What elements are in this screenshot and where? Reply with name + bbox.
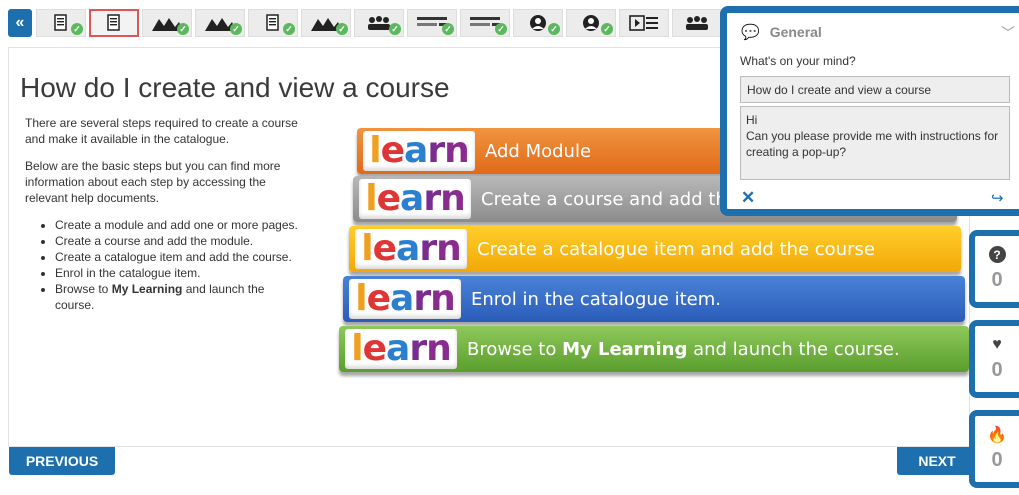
thumbnail-page-5[interactable]: ✓ — [248, 9, 298, 37]
banner-add-module: learn Add Module — [357, 128, 777, 174]
intro-paragraph-1: There are several steps required to crea… — [25, 116, 298, 146]
step-item: Create a catalogue item and add the cour… — [55, 249, 305, 265]
share-icon[interactable]: ↪ — [991, 189, 1004, 207]
chevron-down-icon[interactable]: ﹀ — [1001, 23, 1015, 43]
completed-check-icon: ✓ — [177, 23, 189, 35]
heart-icon: ♥ — [992, 335, 1002, 353]
feedback-popup: 💬 General ﹀ What's on your mind? How do … — [720, 6, 1019, 216]
questions-counter[interactable]: ? 0 — [969, 230, 1019, 308]
subject-input[interactable]: How do I create and view a course — [740, 76, 1010, 103]
close-icon[interactable]: ✕ — [741, 188, 755, 208]
step-item: Create a course and add the module. — [55, 233, 305, 249]
questions-count: 0 — [991, 269, 1003, 291]
question-icon: ? — [988, 246, 1006, 263]
learn-logo: learn — [355, 229, 467, 269]
thumbnail-page-3[interactable]: ✓ — [142, 9, 192, 37]
document-icon — [107, 14, 120, 31]
completed-check-icon: ✓ — [601, 23, 613, 35]
video-list-icon — [629, 15, 658, 31]
banner-text: Browse to My Learning and launch the cou… — [467, 338, 900, 360]
likes-count: 0 — [991, 359, 1003, 381]
flame-icon: 🔥 — [987, 426, 1007, 444]
step-item: Enrol in the catalogue item. — [55, 265, 305, 281]
thumbnail-page-13[interactable] — [672, 9, 722, 37]
thumbnail-page-6[interactable]: ✓ — [301, 9, 351, 37]
previous-button[interactable]: PREVIOUS — [9, 447, 115, 475]
popup-prompt: What's on your mind? — [740, 54, 856, 68]
lesson-text: There are several steps required to crea… — [25, 115, 305, 313]
banner-text: Create a course and add th — [481, 188, 727, 210]
banner-text: Add Module — [485, 140, 592, 162]
hot-count: 0 — [991, 449, 1003, 471]
collapse-strip-button[interactable]: « — [8, 9, 32, 37]
completed-check-icon: ✓ — [442, 23, 454, 35]
learn-logo: learn — [349, 279, 461, 319]
thumbnail-page-10[interactable]: ✓ — [513, 9, 563, 37]
popup-header: 💬 General — [741, 23, 822, 41]
speech-bubble-icon: 💬 — [741, 24, 760, 41]
banner-text: Create a catalogue item and add the cour… — [477, 238, 875, 260]
message-textarea[interactable]: Hi Can you please provide me with instru… — [740, 106, 1010, 180]
next-button[interactable]: NEXT — [897, 447, 977, 475]
thumbnail-page-12[interactable] — [619, 9, 669, 37]
intro-paragraph-2: Below are the basic steps but you can fi… — [25, 159, 281, 205]
completed-check-icon: ✓ — [389, 23, 401, 35]
learn-logo: learn — [359, 179, 471, 219]
banner-create-catalogue-item: learn Create a catalogue item and add th… — [349, 226, 961, 272]
page-thumbnails: ✓ ✓ ✓ ✓ ✓ ✓ ✓ ✓ ✓ ✓ — [36, 9, 722, 37]
completed-check-icon: ✓ — [548, 23, 560, 35]
thumbnail-page-1[interactable]: ✓ — [36, 9, 86, 37]
learn-logo: learn — [363, 131, 475, 171]
step-item: Browse to My Learning and launch the cou… — [55, 281, 305, 313]
thumbnail-page-4[interactable]: ✓ — [195, 9, 245, 37]
completed-check-icon: ✓ — [495, 23, 507, 35]
banner-browse: learn Browse to My Learning and launch t… — [339, 326, 969, 372]
steps-list: Create a module and add one or more page… — [55, 217, 305, 313]
thumbnail-page-7[interactable]: ✓ — [354, 9, 404, 37]
likes-counter[interactable]: ♥ 0 — [969, 320, 1019, 398]
page-title: How do I create and view a course — [20, 72, 450, 103]
double-chevron-left-icon: « — [15, 14, 25, 31]
completed-check-icon: ✓ — [283, 23, 295, 35]
completed-check-icon: ✓ — [336, 23, 348, 35]
hot-counter[interactable]: 🔥 0 — [969, 410, 1019, 488]
completed-check-icon: ✓ — [71, 23, 83, 35]
thumbnail-page-11[interactable]: ✓ — [566, 9, 616, 37]
thumbnail-page-8[interactable]: ✓ — [407, 9, 457, 37]
learn-logo: learn — [345, 329, 457, 369]
group-icon — [686, 16, 708, 30]
banner-enrol: learn Enrol in the catalogue item. — [343, 276, 965, 322]
banner-text: Enrol in the catalogue item. — [471, 288, 721, 310]
thumbnail-page-9[interactable]: ✓ — [460, 9, 510, 37]
popup-category[interactable]: General — [770, 24, 822, 40]
thumbnail-page-2[interactable] — [89, 9, 139, 37]
completed-check-icon: ✓ — [230, 23, 242, 35]
step-item: Create a module and add one or more page… — [55, 217, 305, 233]
